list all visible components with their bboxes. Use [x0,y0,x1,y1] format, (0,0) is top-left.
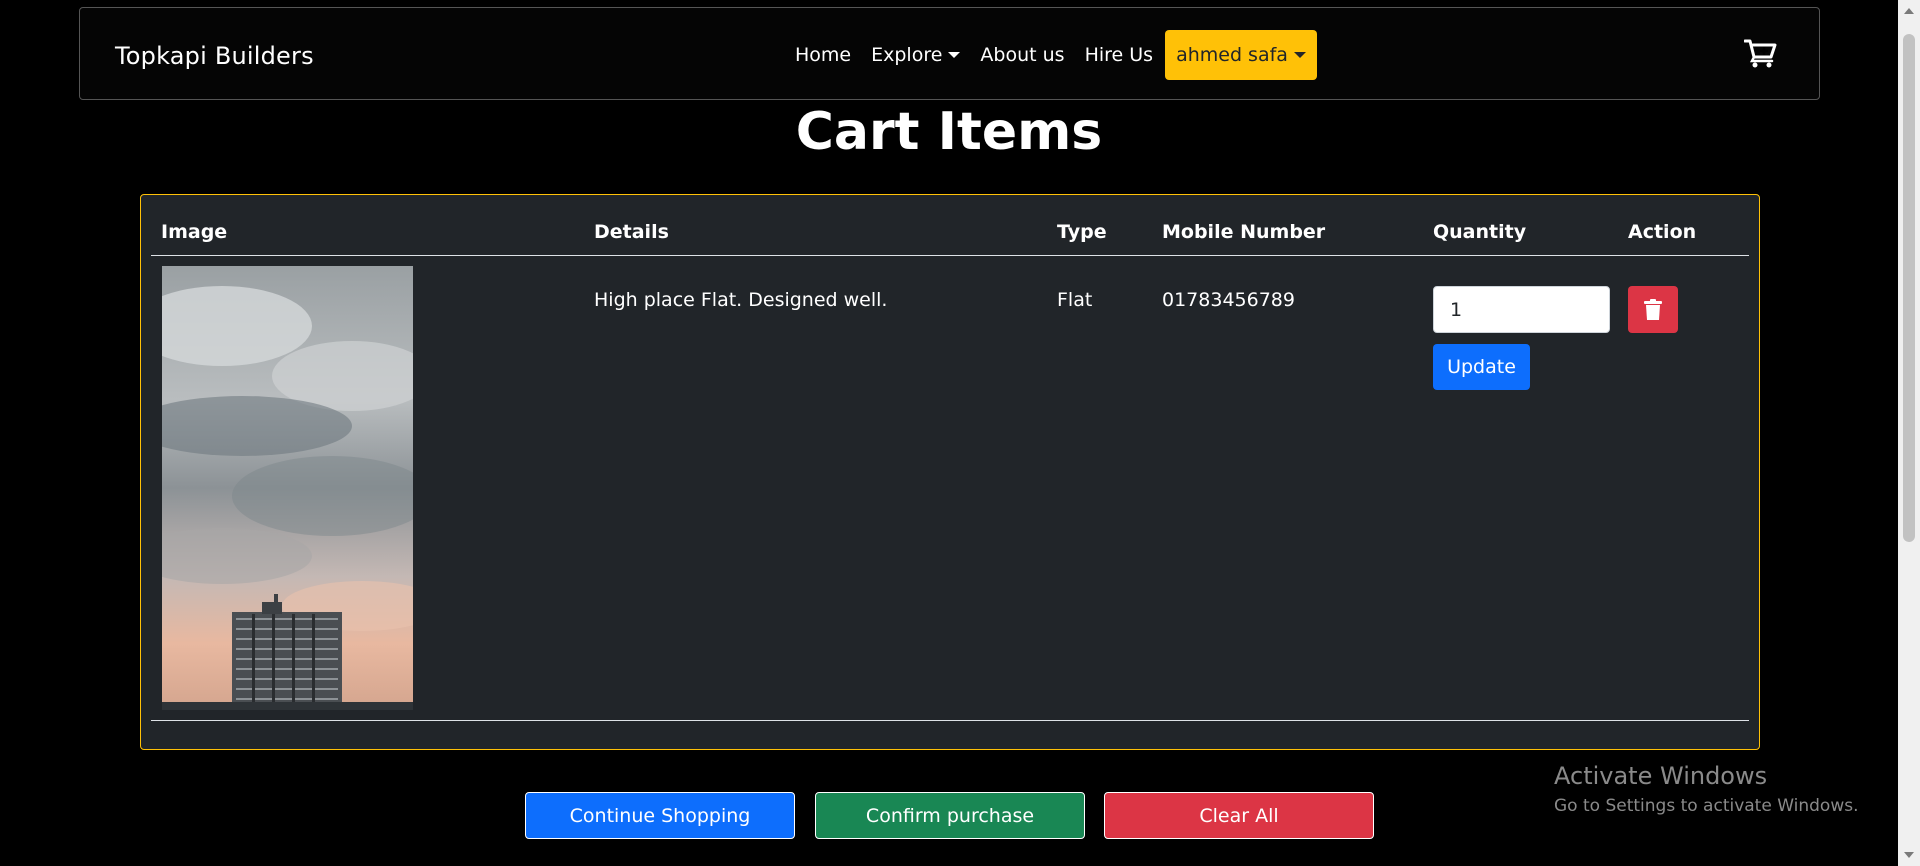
caret-down-icon [948,52,961,58]
quantity-input[interactable] [1433,286,1610,333]
user-menu-button[interactable]: ahmed safa [1165,30,1317,80]
header-mobile: Mobile Number [1162,221,1326,243]
item-type: Flat [1057,289,1093,311]
nav-link-hire-label: Hire Us [1084,44,1154,66]
cart-table: Image Details Type Mobile Number Quantit… [140,194,1760,750]
scroll-down-icon[interactable] [1904,852,1914,858]
confirm-purchase-button[interactable]: Confirm purchase [815,792,1085,839]
header-quantity: Quantity [1433,221,1527,243]
nav-link-about-label: About us [980,44,1065,66]
brand-logo[interactable]: Topkapi Builders [115,42,314,70]
item-details: High place Flat. Designed well. [594,289,888,311]
header-type: Type [1057,221,1107,243]
nav-link-home-label: Home [795,44,852,66]
header-action: Action [1628,221,1697,243]
activate-windows-watermark: Activate Windows Go to Settings to activ… [1554,762,1859,816]
nav-links: Home Explore About us Hire Us ahmed safa [785,30,1317,80]
nav-link-about[interactable]: About us [970,30,1074,80]
caret-down-icon [1293,52,1306,58]
footer-divider [151,720,1749,721]
trash-icon [1644,298,1662,320]
item-mobile: 01783456789 [1162,289,1295,311]
scroll-thumb[interactable] [1903,34,1915,542]
navbar: Topkapi Builders Home Explore About us H… [79,7,1820,100]
watermark-title: Activate Windows [1554,762,1768,790]
nav-link-hire[interactable]: Hire Us [1075,30,1164,80]
vertical-scrollbar[interactable] [1898,0,1920,866]
header-image: Image [161,221,228,243]
update-button[interactable]: Update [1433,344,1530,390]
nav-link-explore-label: Explore [871,44,943,66]
scroll-up-icon[interactable] [1904,8,1914,14]
product-image [162,266,413,710]
watermark-subtitle: Go to Settings to activate Windows. [1554,796,1859,816]
page-title: Cart Items [795,102,1103,162]
cart-plus-icon[interactable] [1743,38,1778,68]
delete-button[interactable] [1628,286,1678,333]
header-details: Details [594,221,669,243]
nav-link-home[interactable]: Home [785,30,861,80]
nav-link-explore[interactable]: Explore [861,30,970,80]
clear-all-button[interactable]: Clear All [1104,792,1374,839]
header-divider [151,255,1749,256]
continue-shopping-button[interactable]: Continue Shopping [525,792,795,839]
user-name: ahmed safa [1176,44,1288,66]
